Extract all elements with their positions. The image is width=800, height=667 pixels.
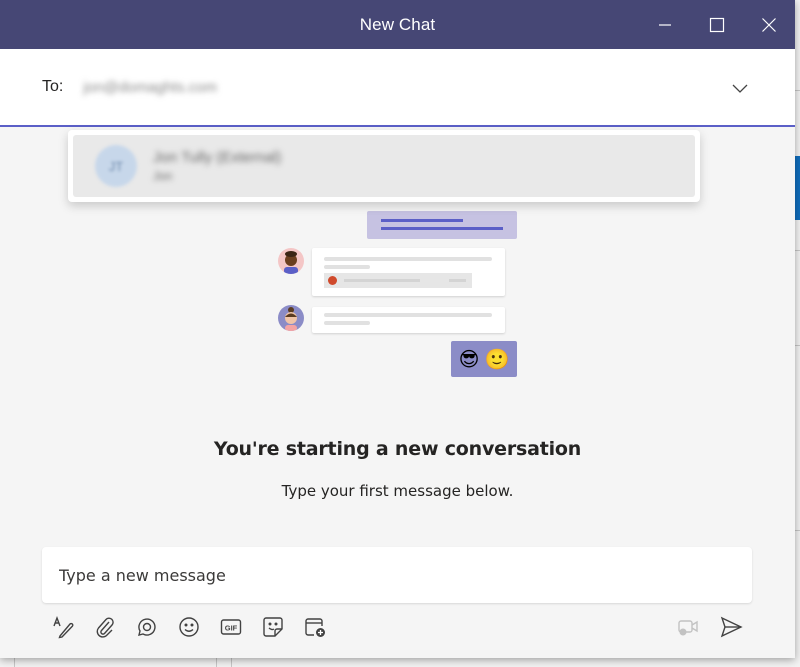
loop-icon [138,618,156,636]
powerpoint-icon [328,276,337,285]
empty-state-title: You're starting a new conversation [213,438,582,460]
gif-button[interactable]: GIF [216,612,246,642]
background-divider [795,345,800,346]
person-icon [285,307,297,331]
video-chat-icon [678,620,698,636]
illustration-line [324,257,492,261]
recipient-suggestions: JT Jon Tully (External) Jon [68,130,700,202]
schedule-meeting-icon [305,618,325,637]
window-controls [639,0,795,49]
send-icon [720,616,743,638]
sticker-icon [263,617,283,637]
recipient-row: To: jon@domaghts.com [0,49,795,127]
background-app-highlight [795,156,800,220]
suggestion-avatar: JT [95,145,137,187]
illustration-line [344,279,420,282]
illustration-message-card [312,248,505,296]
emoji-icon [179,617,199,637]
recipient-input[interactable]: jon@domaghts.com [83,79,217,96]
minimize-button[interactable] [639,0,691,49]
illustration-sent-bubble [367,211,517,239]
emoji-button[interactable] [174,612,204,642]
illustration-line [449,279,466,282]
illustration-line [324,265,370,269]
suggestion-text: Jon Tully (External) Jon [153,149,281,183]
person-icon [284,251,298,274]
schedule-meeting-button[interactable] [300,612,330,642]
minimize-icon [659,23,671,26]
message-input[interactable] [59,565,752,585]
message-composer [42,547,752,603]
illustration-avatar-man [278,248,304,274]
background-divider [795,90,800,91]
attach-button[interactable] [90,612,120,642]
illustration-line [324,321,370,325]
close-button[interactable] [743,0,795,49]
maximize-button[interactable] [691,0,743,49]
new-chat-window: New Chat To: jon@domaghts.com JT Jon Tul… [0,0,795,658]
sunglasses-emoji-icon: 😎 [458,348,480,371]
illustration-attachment [324,273,472,288]
background-divider [795,250,800,251]
illustration-emoji-bubble: 😎 🙂 [451,341,517,377]
suggestion-subtitle: Jon [153,169,173,183]
illustration-avatar-woman [278,305,304,331]
background-divider [216,658,217,667]
suggestion-name: Jon Tully (External) [153,149,282,166]
send-button[interactable] [716,612,746,642]
format-button[interactable] [48,612,78,642]
suggestion-item[interactable]: JT Jon Tully (External) Jon [73,135,695,197]
illustration-message-card [312,307,505,333]
loop-button[interactable] [132,612,162,642]
smile-emoji-icon: 🙂 [484,348,510,371]
close-icon [762,17,776,32]
window-title: New Chat [359,14,436,34]
gif-icon: GIF [220,619,242,635]
illustration-line [324,313,492,317]
paperclip-icon [96,617,114,638]
recipient-label: To: [42,78,64,95]
sticker-button[interactable] [258,612,288,642]
chevron-down-icon[interactable] [729,77,751,99]
background-divider [14,658,15,667]
illustration-line [381,219,463,222]
format-icon [53,616,74,639]
conversation-illustration: 😎 🙂 [270,190,530,390]
illustration-line [381,227,503,230]
background-divider [795,530,800,531]
meet-now-button[interactable] [673,612,703,642]
title-bar: New Chat [0,0,795,49]
background-divider [231,658,232,667]
empty-state-subtitle: Type your first message below. [281,482,514,500]
maximize-icon [709,17,725,32]
avatar-initials: JT [108,158,124,174]
svg-text:GIF: GIF [225,624,238,633]
composer-toolbar: GIF [48,612,330,642]
